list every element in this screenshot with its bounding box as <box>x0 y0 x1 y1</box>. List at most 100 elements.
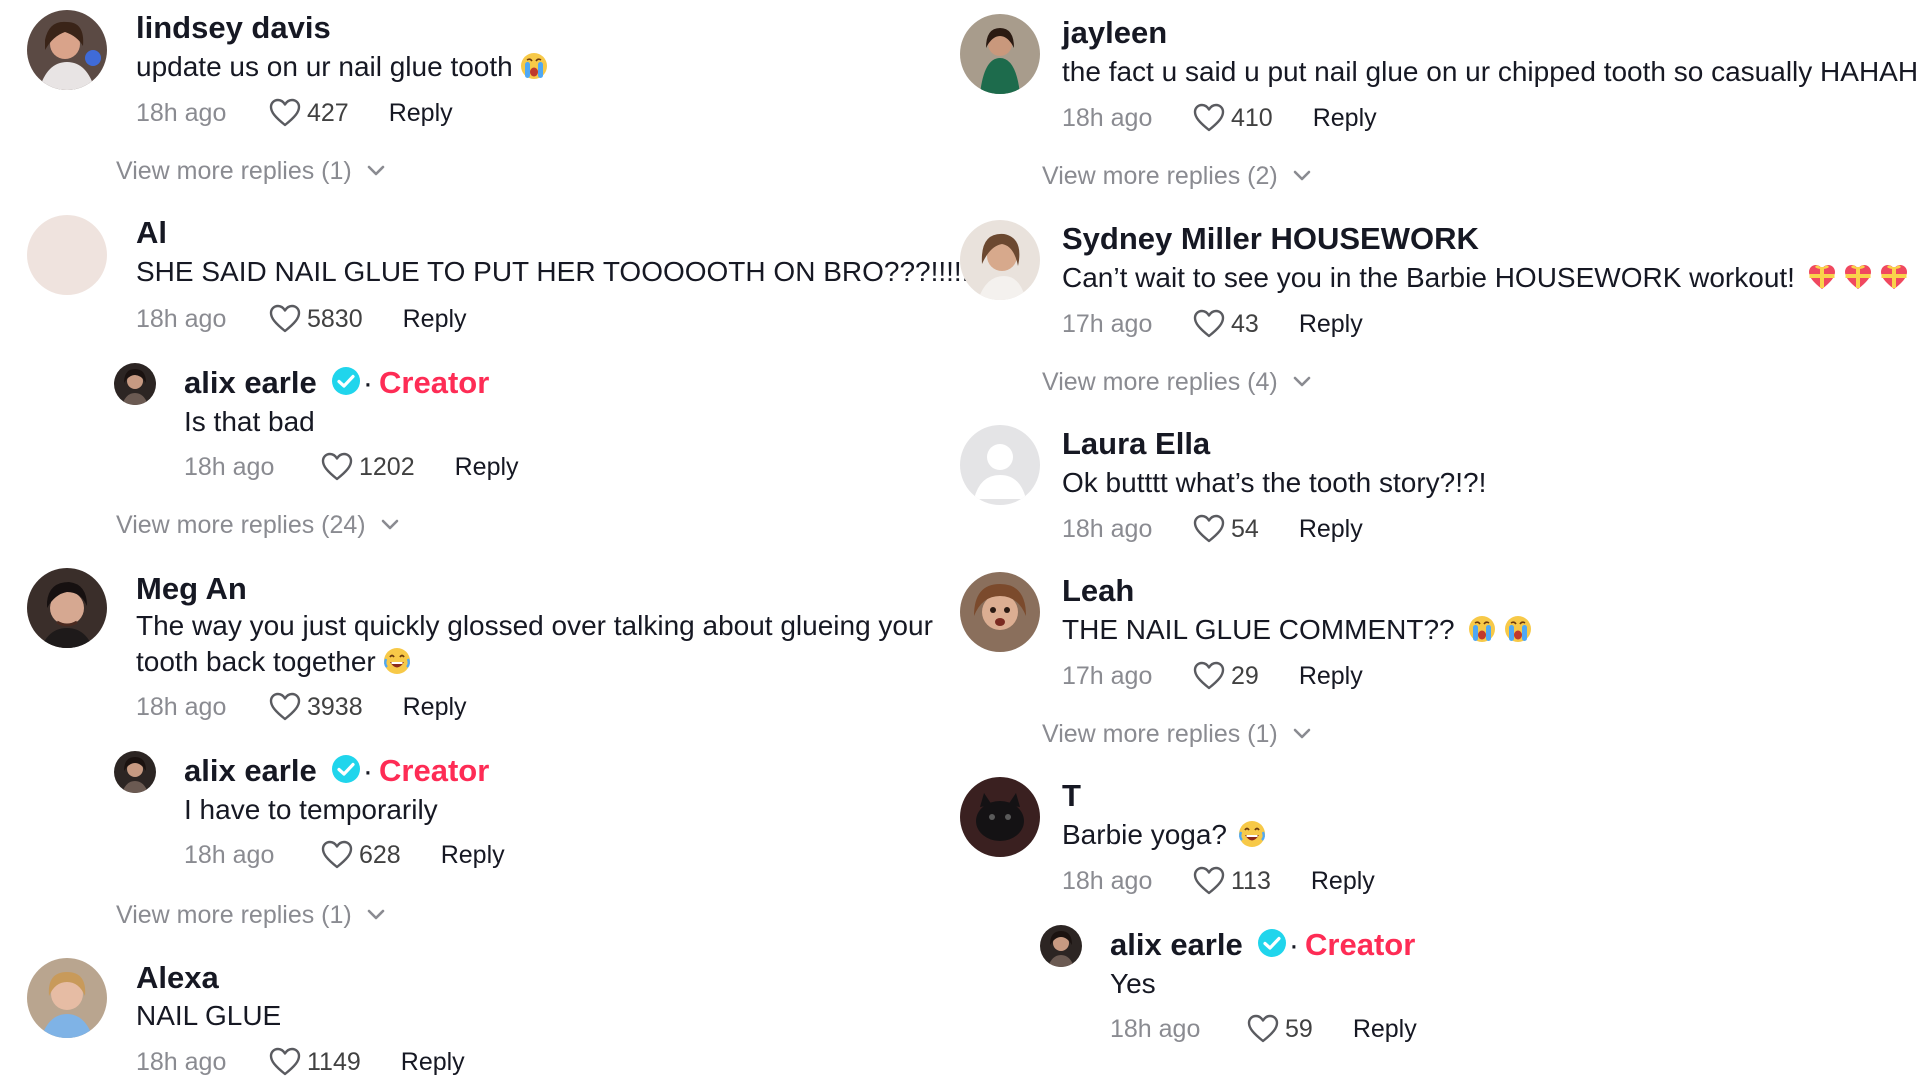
heart-icon <box>1247 1014 1279 1044</box>
reply-button[interactable]: Reply <box>389 96 453 130</box>
username[interactable]: Al <box>136 214 167 252</box>
chevron-down-icon <box>366 164 386 178</box>
comment-text: Yes <box>1110 968 1156 999</box>
reply-button[interactable]: Reply <box>1313 101 1377 135</box>
username-text: alix earle <box>184 753 317 788</box>
chevron-down-icon <box>1292 727 1312 741</box>
like-button[interactable]: 43 <box>1193 307 1259 341</box>
creator-badge: Creator <box>379 365 490 400</box>
reply-button[interactable]: Reply <box>403 302 467 336</box>
like-count: 427 <box>307 99 349 127</box>
like-button[interactable]: 427 <box>269 96 349 130</box>
username[interactable]: T <box>1062 777 1081 815</box>
comment-text: the fact u said u put nail glue on ur ch… <box>1062 56 1919 87</box>
comment-text: NAIL GLUE <box>136 1000 282 1031</box>
like-button[interactable]: 1149 <box>269 1045 361 1079</box>
username[interactable]: Sydney Miller HOUSEWORK <box>1062 220 1479 258</box>
reply-button[interactable]: Reply <box>455 450 519 484</box>
reply-button[interactable]: Reply <box>1299 307 1363 341</box>
avatar[interactable] <box>27 10 107 90</box>
avatar[interactable] <box>114 363 156 405</box>
view-more-label: View more replies (2) <box>1042 162 1278 190</box>
timestamp: 18h ago <box>1062 104 1153 132</box>
avatar[interactable] <box>960 14 1040 94</box>
like-count: 3938 <box>307 693 363 721</box>
timestamp: 18h ago <box>1062 515 1153 543</box>
view-more-replies[interactable]: View more replies (1) <box>1042 718 1312 750</box>
comments-screenshot: lindsey davis update us on ur nail glue … <box>0 0 1920 1080</box>
like-button[interactable]: 54 <box>1193 512 1259 546</box>
reply-button[interactable]: Reply <box>441 838 505 872</box>
like-button[interactable]: 29 <box>1193 659 1259 693</box>
avatar[interactable] <box>960 425 1040 505</box>
avatar[interactable] <box>960 572 1040 652</box>
view-more-replies[interactable]: View more replies (4) <box>1042 366 1312 398</box>
comment-meta: 18h ago 410 Reply <box>1062 101 1377 135</box>
separator-dot: · <box>362 365 374 400</box>
like-count: 43 <box>1231 310 1259 338</box>
timestamp: 18h ago <box>136 693 227 721</box>
reply-button[interactable]: Reply <box>403 690 467 724</box>
username[interactable]: Meg An <box>136 570 247 608</box>
timestamp: 18h ago <box>184 841 275 869</box>
chevron-down-icon <box>1292 375 1312 389</box>
verified-badge-icon <box>1257 928 1287 958</box>
timestamp: 18h ago <box>1110 1015 1201 1043</box>
comment-meta: 18h ago 54 Reply <box>1062 512 1363 546</box>
username[interactable]: alix earle · Creator <box>184 752 489 790</box>
timestamp: 18h ago <box>184 453 275 481</box>
reply-button[interactable]: Reply <box>401 1045 465 1079</box>
avatar[interactable] <box>960 220 1040 300</box>
username[interactable]: alix earle · Creator <box>1110 926 1415 964</box>
heart-icon <box>1193 309 1225 339</box>
username[interactable]: Laura Ella <box>1062 425 1210 463</box>
reply-button[interactable]: Reply <box>1299 659 1363 693</box>
avatar[interactable] <box>27 215 107 295</box>
verified-badge-icon <box>331 366 361 396</box>
creator-badge: Creator <box>379 753 490 788</box>
comment-meta: 17h ago 29 Reply <box>1062 659 1363 693</box>
avatar[interactable] <box>27 958 107 1038</box>
comment-text-content: THE NAIL GLUE COMMENT?? <box>1062 614 1455 645</box>
view-more-replies[interactable]: View more replies (1) <box>116 899 386 931</box>
view-more-label: View more replies (1) <box>1042 720 1278 748</box>
avatar[interactable] <box>114 751 156 793</box>
avatar[interactable] <box>1040 925 1082 967</box>
view-more-replies[interactable]: View more replies (1) <box>116 155 386 187</box>
avatar[interactable] <box>960 777 1040 857</box>
laughing-face-emoji <box>382 646 412 676</box>
view-more-label: View more replies (1) <box>116 157 352 185</box>
heart-with-ribbon-emoji <box>1879 262 1909 292</box>
reply-button[interactable]: Reply <box>1353 1012 1417 1046</box>
comment-text-content: update us on ur nail glue tooth <box>136 51 513 82</box>
comment-text: update us on ur nail glue tooth <box>136 49 549 85</box>
heart-icon <box>1193 661 1225 691</box>
heart-with-ribbon-emoji <box>1843 262 1873 292</box>
comment-meta: 18h ago 1149 Reply <box>136 1045 465 1079</box>
username[interactable]: Alexa <box>136 959 219 997</box>
reply-button[interactable]: Reply <box>1299 512 1363 546</box>
like-button[interactable]: 1202 <box>321 450 415 484</box>
like-count: 5830 <box>307 305 363 333</box>
comment-text: I have to temporarily <box>184 794 438 825</box>
heart-icon <box>269 304 301 334</box>
like-button[interactable]: 59 <box>1247 1012 1313 1046</box>
reply-button[interactable]: Reply <box>1311 864 1375 898</box>
like-button[interactable]: 113 <box>1193 864 1271 898</box>
like-button[interactable]: 5830 <box>269 302 363 336</box>
like-count: 410 <box>1231 104 1273 132</box>
username[interactable]: lindsey davis <box>136 9 331 47</box>
like-count: 59 <box>1285 1015 1313 1043</box>
username[interactable]: Leah <box>1062 572 1134 610</box>
like-button[interactable]: 410 <box>1193 101 1273 135</box>
view-more-replies[interactable]: View more replies (24) <box>116 509 400 541</box>
avatar[interactable] <box>27 568 107 648</box>
username[interactable]: jayleen <box>1062 14 1167 52</box>
view-more-replies[interactable]: View more replies (2) <box>1042 160 1312 192</box>
heart-icon <box>269 692 301 722</box>
like-button[interactable]: 3938 <box>269 690 363 724</box>
like-button[interactable]: 628 <box>321 838 401 872</box>
comment-text-content: Can’t wait to see you in the Barbie HOUS… <box>1062 262 1795 293</box>
username[interactable]: alix earle · Creator <box>184 364 489 402</box>
view-more-label: View more replies (1) <box>116 901 352 929</box>
